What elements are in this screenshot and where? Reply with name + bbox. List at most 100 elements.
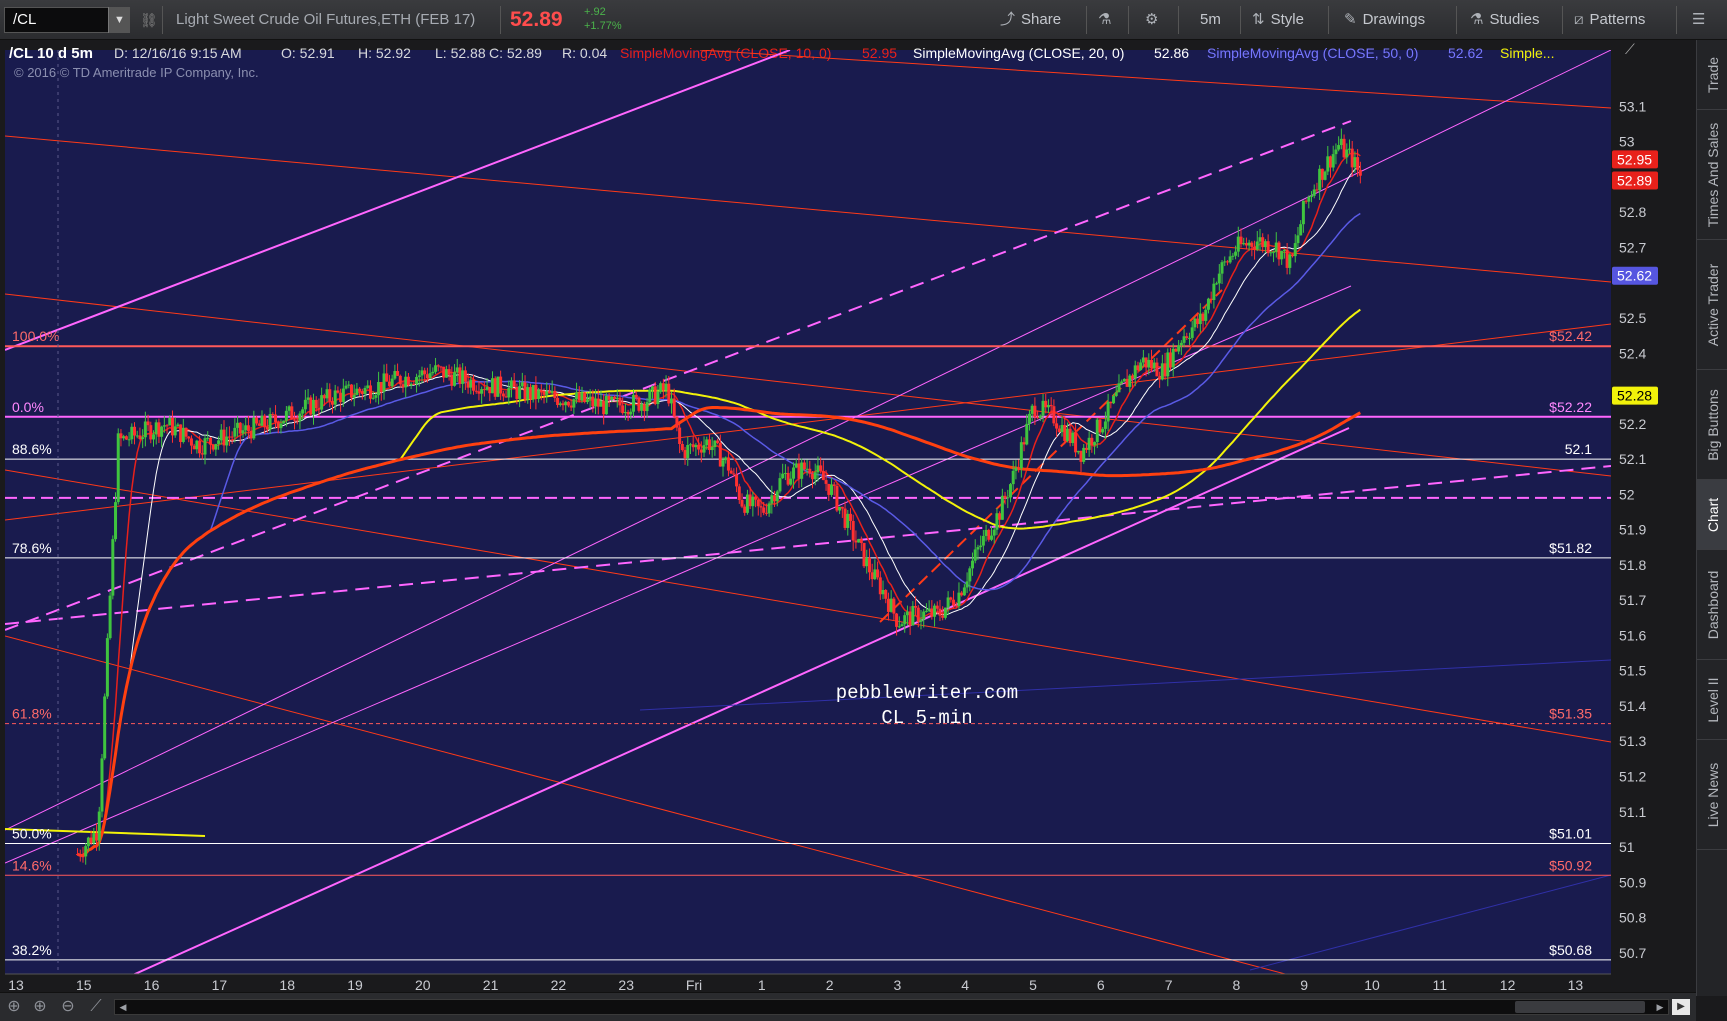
- y-tick-label: 52.7: [1619, 239, 1646, 255]
- candle-body: [257, 423, 261, 426]
- menu-icon: ☰: [1692, 11, 1706, 28]
- zoom-in-icon[interactable]: ⊕: [30, 997, 50, 1017]
- zoom-out-icon[interactable]: ⊖: [58, 997, 78, 1017]
- candle-body: [1082, 447, 1086, 462]
- instrument-name: Light Sweet Crude Oil Futures,ETH (FEB 1…: [176, 11, 476, 28]
- header-more[interactable]: Simple...: [1500, 45, 1554, 61]
- candle-body: [1003, 495, 1007, 499]
- horizontal-scrollbar[interactable]: ◀ ▶: [114, 999, 1669, 1015]
- candle-body: [1358, 169, 1362, 176]
- candle-body: [672, 398, 676, 417]
- candle-body: [198, 440, 202, 454]
- candle-body: [1125, 378, 1129, 387]
- net-change-percent: +1.77%: [584, 20, 622, 32]
- candle-body: [623, 411, 627, 414]
- candle-body: [1304, 200, 1308, 202]
- candle-body: [170, 417, 174, 436]
- candle-body: [282, 420, 286, 424]
- y-tick-label: 51.7: [1619, 592, 1646, 608]
- candle-body: [417, 375, 421, 378]
- candle-body: [138, 435, 142, 439]
- y-tick-label: 51.2: [1619, 769, 1646, 785]
- scroll-end-icon[interactable]: ▶: [1672, 999, 1690, 1015]
- share-button[interactable]: ⤴ Share: [1000, 0, 1061, 40]
- x-tick-label: 19: [347, 977, 363, 992]
- candle-body: [501, 393, 505, 397]
- candle-body: [819, 465, 823, 471]
- candle-body: [1163, 363, 1167, 377]
- scroll-right-icon[interactable]: ▶: [1652, 1000, 1668, 1014]
- drawings-button[interactable]: ✎ Drawings: [1344, 0, 1425, 40]
- settings-button[interactable]: ⚙: [1145, 0, 1164, 40]
- fib-level-percent: 0.0%: [12, 399, 44, 415]
- fib-level-percent: 78.6%: [12, 540, 52, 556]
- candle-body: [1101, 428, 1105, 433]
- patterns-button[interactable]: ⧄ Patterns: [1574, 0, 1645, 40]
- price-chart[interactable]: /CL 10 d 5m D: 12/16/16 9:15 AM O: 52.91…: [0, 40, 1696, 992]
- candle-body: [1044, 400, 1048, 408]
- tab-live-news[interactable]: Live News: [1697, 740, 1727, 850]
- scroll-left-icon[interactable]: ◀: [115, 1000, 131, 1014]
- candle-body: [222, 429, 226, 446]
- chart-config-icon[interactable]: ⟋: [1625, 41, 1635, 57]
- fib-level-price: $50.68: [1549, 942, 1592, 958]
- link-icon[interactable]: ⛓: [140, 7, 158, 33]
- tab-active-trader[interactable]: Active Trader: [1697, 240, 1727, 370]
- candle-body: [908, 611, 912, 626]
- candle-body: [1049, 404, 1053, 407]
- studies-button[interactable]: ⚗ Studies: [1470, 0, 1540, 40]
- menu-button[interactable]: ☰: [1692, 0, 1711, 40]
- x-tick-label: 6: [1097, 977, 1105, 992]
- candle-body: [1258, 237, 1262, 242]
- flask-button[interactable]: ⚗: [1098, 0, 1117, 40]
- candle-body: [591, 396, 595, 407]
- candle-body: [1350, 148, 1354, 168]
- candle-body: [425, 374, 429, 379]
- tab-level-ii[interactable]: Level II: [1697, 660, 1727, 740]
- tab-big-buttons[interactable]: Big Buttons: [1697, 370, 1727, 480]
- candle-body: [86, 837, 90, 847]
- candle-body: [1036, 417, 1040, 419]
- candle-body: [626, 411, 630, 415]
- tab-dashboard[interactable]: Dashboard: [1697, 550, 1727, 660]
- candle-body: [499, 376, 503, 394]
- candle-body: [924, 610, 928, 612]
- tab-chart[interactable]: Chart: [1697, 480, 1727, 550]
- symbol-dropdown-chevron-icon[interactable]: ▼: [108, 7, 130, 33]
- fib-level-price: $52.42: [1549, 328, 1592, 344]
- scrollbar-thumb[interactable]: [1515, 1001, 1645, 1013]
- candle-body: [233, 427, 237, 437]
- candle-body: [960, 592, 964, 596]
- candle-body: [1263, 241, 1267, 248]
- candle-body: [181, 427, 185, 442]
- zoom-fit-icon[interactable]: ⊕: [4, 997, 24, 1017]
- candle-body: [374, 395, 378, 398]
- candle-body: [675, 416, 679, 428]
- candle-body: [360, 391, 364, 395]
- candle-body: [1347, 148, 1351, 150]
- gear-icon: ⚙: [1145, 11, 1159, 28]
- candle-body: [1141, 357, 1145, 363]
- candle-body: [111, 539, 115, 596]
- candle-body: [697, 444, 701, 450]
- candle-body: [990, 535, 994, 540]
- net-change-value: +.92: [584, 6, 606, 18]
- y-tick-label: 52.4: [1619, 345, 1646, 361]
- candle-body: [903, 615, 907, 625]
- divider: [1128, 6, 1129, 34]
- timeframe-button[interactable]: 5m: [1200, 0, 1221, 40]
- candle-body: [1204, 309, 1208, 321]
- x-tick-label: 5: [1029, 977, 1037, 992]
- tab-trade[interactable]: Trade: [1697, 40, 1727, 110]
- candle-body: [1093, 442, 1097, 446]
- tab-times-and-sales[interactable]: Times And Sales: [1697, 110, 1727, 240]
- drag-tool-icon[interactable]: ⟋: [86, 997, 106, 1017]
- candle-body: [637, 397, 641, 411]
- x-tick-label: 1: [758, 977, 766, 992]
- style-button[interactable]: ⇅ Style: [1252, 0, 1304, 40]
- candle-body: [439, 366, 443, 368]
- divider: [162, 6, 163, 34]
- candle-body: [246, 425, 250, 431]
- header-sma20-label: SimpleMovingAvg (CLOSE, 20, 0): [913, 45, 1124, 61]
- candle-body: [227, 436, 231, 438]
